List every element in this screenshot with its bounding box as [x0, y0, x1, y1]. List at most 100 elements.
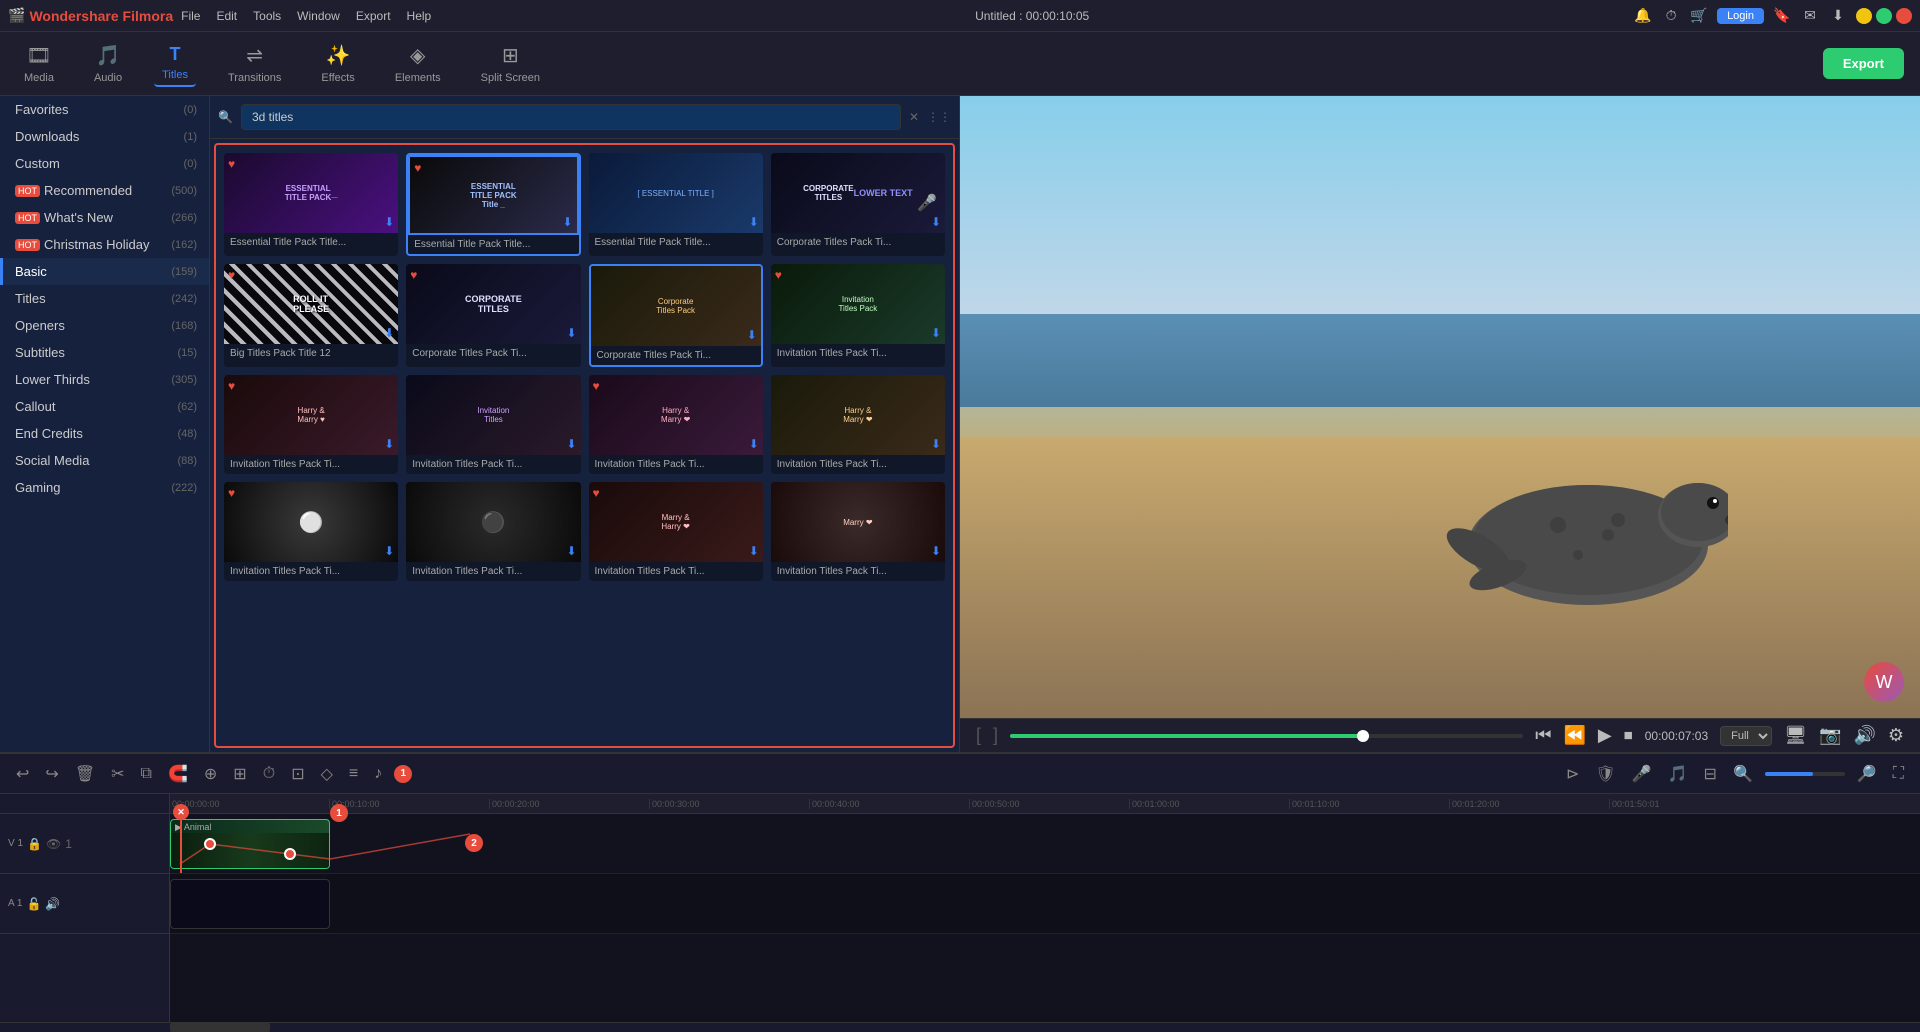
grid-item-9[interactable]: ♥ Harry &Marry ♥ ⬇ Invitation Titles Pac… — [224, 375, 398, 474]
menu-edit[interactable]: Edit — [216, 9, 237, 23]
close-button[interactable] — [1896, 8, 1912, 24]
maximize-button[interactable] — [1876, 8, 1892, 24]
detach-button[interactable]: ⊕ — [200, 760, 221, 788]
grid-item-1[interactable]: ♥ ESSENTIALTITLE PACK_ ⬇ Essential Title… — [224, 153, 398, 256]
grid-item-2[interactable]: ♥ ESSENTIALTITLE PACKTitle _ ⬇ Essential… — [406, 153, 580, 256]
toolbar-titles[interactable]: T Titles — [154, 40, 196, 87]
sidebar-item-titles[interactable]: Titles (242) — [0, 285, 209, 312]
right-bracket-button[interactable]: ] — [993, 725, 998, 746]
export-button[interactable]: Export — [1823, 48, 1904, 79]
screen-icon[interactable]: 🖥 — [1784, 725, 1807, 746]
progress-bar[interactable] — [1010, 734, 1523, 738]
grid-item-13[interactable]: ♥ ⚪ ⬇ Invitation Titles Pack Ti... — [224, 482, 398, 581]
adjust-button[interactable]: ≡ — [345, 761, 362, 787]
menu-file[interactable]: File — [181, 9, 200, 23]
lock-icon-v1[interactable]: 🔒 — [27, 837, 42, 851]
sidebar-item-callout[interactable]: Callout (62) — [0, 393, 209, 420]
screenshot-icon[interactable]: 📷 — [1819, 725, 1841, 746]
fullscreen-button[interactable]: ⛶ — [1889, 761, 1908, 787]
sidebar-item-openers[interactable]: Openers (168) — [0, 312, 209, 339]
rewind-button[interactable]: ⏮ — [1535, 725, 1551, 746]
sidebar-item-custom[interactable]: Custom (0) — [0, 150, 209, 177]
login-button[interactable]: Login — [1717, 8, 1764, 24]
grid-item-5[interactable]: ♥ ROLL ITPLEASE ⬇ Big Titles Pack Title … — [224, 264, 398, 367]
snap-button[interactable]: 🧲 — [164, 760, 192, 788]
trim-button[interactable]: ⊞ — [229, 760, 250, 788]
zoom-out-button[interactable]: 🔍 — [1729, 760, 1757, 788]
grid-item-4[interactable]: CORPORATETITLESLOWER TEXT 🎤 ⬇ Corporate … — [771, 153, 945, 256]
video-clip[interactable]: ▶ Animal — [170, 819, 330, 869]
sidebar-item-christmas[interactable]: HOT Christmas Holiday (162) — [0, 231, 209, 258]
shape-button[interactable]: ◇ — [317, 760, 337, 788]
stop-button[interactable]: ⏹ — [1624, 725, 1633, 746]
sidebar-item-favorites[interactable]: Favorites (0) — [0, 96, 209, 123]
sidebar-item-end-credits[interactable]: End Credits (48) — [0, 420, 209, 447]
playhead-button[interactable]: ⊳ — [1562, 760, 1583, 788]
sidebar-item-lower-thirds[interactable]: Lower Thirds (305) — [0, 366, 209, 393]
notification-icon[interactable]: 🔔 — [1633, 7, 1653, 24]
sidebar-item-gaming[interactable]: Gaming (222) — [0, 474, 209, 501]
menu-export[interactable]: Export — [356, 9, 391, 23]
sidebar-item-subtitles[interactable]: Subtitles (15) — [0, 339, 209, 366]
grid-item-12[interactable]: Harry &Marry ❤ ⬇ Invitation Titles Pack … — [771, 375, 945, 474]
audio-icon-a1[interactable]: 🔊 — [45, 897, 60, 911]
grid-item-6[interactable]: ♥ CORPORATETITLES ⬇ Corporate Titles Pac… — [406, 264, 580, 367]
toolbar-audio[interactable]: 🎵 Audio — [86, 39, 130, 88]
redo-button[interactable]: ↪ — [41, 760, 62, 788]
grid-item-15[interactable]: ♥ Marry &Harry ❤ ⬇ Invitation Titles Pac… — [589, 482, 763, 581]
menu-tools[interactable]: Tools — [253, 9, 281, 23]
menu-help[interactable]: Help — [407, 9, 432, 23]
cart-icon[interactable]: 🛒 — [1689, 7, 1709, 24]
progress-thumb[interactable] — [1357, 730, 1369, 742]
step-back-button[interactable]: ⏪ — [1563, 725, 1585, 746]
download-icon[interactable]: ⬇ — [1828, 7, 1848, 24]
timer-button[interactable]: ⏱ — [259, 761, 279, 787]
grid-item-3[interactable]: [ ESSENTIAL TITLE ] ⬇ Essential Title Pa… — [589, 153, 763, 256]
sidebar-item-whats-new[interactable]: HOT What's New (266) — [0, 204, 209, 231]
volume-icon[interactable]: 🔊 — [1853, 725, 1875, 746]
copy-button[interactable]: ⧉ — [137, 761, 156, 787]
audio-track-button[interactable]: ♪ — [370, 761, 386, 787]
sidebar-item-recommended[interactable]: HOT Recommended (500) — [0, 177, 209, 204]
bookmark-icon[interactable]: 🔖 — [1772, 7, 1792, 24]
grid-item-16[interactable]: Marry ❤ ⬇ Invitation Titles Pack Ti... — [771, 482, 945, 581]
marker-1[interactable]: 1 — [394, 765, 412, 783]
lock-icon-a1[interactable]: 🔓 — [26, 897, 41, 911]
toolbar-elements[interactable]: ◈ Elements — [387, 39, 449, 88]
zoom-slider[interactable] — [1765, 772, 1845, 776]
sidebar-item-downloads[interactable]: Downloads (1) — [0, 123, 209, 150]
left-bracket-button[interactable]: [ — [976, 725, 981, 746]
message-icon[interactable]: ✉ — [1800, 7, 1820, 24]
toolbar-effects[interactable]: ✨ Effects — [313, 39, 362, 88]
cut-button[interactable]: ✂ — [107, 760, 128, 788]
toolbar-transitions[interactable]: ⇌ Transitions — [220, 39, 289, 88]
grid-item-11[interactable]: ♥ Harry &Marry ❤ ⬇ Invitation Titles Pac… — [589, 375, 763, 474]
split-button[interactable]: ⊟ — [1700, 760, 1721, 788]
search-clear-button[interactable]: ✕ — [909, 110, 919, 124]
timeline-scrollbar[interactable] — [0, 1022, 1920, 1032]
grid-item-10[interactable]: InvitationTitles ⬇ Invitation Titles Pac… — [406, 375, 580, 474]
search-input[interactable] — [241, 104, 901, 130]
eye-icon-v1[interactable]: 👁 — [46, 837, 61, 851]
toolbar-media[interactable]: 🎞 Media — [16, 39, 62, 88]
history-icon[interactable]: ⏱ — [1661, 7, 1681, 24]
play-button[interactable]: ▶ — [1598, 725, 1612, 746]
zoom-in-button[interactable]: 🔎 — [1853, 760, 1881, 788]
undo-button[interactable]: ↩ — [12, 760, 33, 788]
shield-button[interactable]: 🛡 — [1591, 760, 1619, 788]
grid-item-14[interactable]: ⚫ ⬇ Invitation Titles Pack Ti... — [406, 482, 580, 581]
grid-item-7[interactable]: CorporateTitles Pack ⬇ Corporate Titles … — [589, 264, 763, 367]
quality-select[interactable]: Full — [1720, 726, 1772, 746]
sidebar-item-social-media[interactable]: Social Media (88) — [0, 447, 209, 474]
mic-button[interactable]: 🎤 — [1628, 760, 1656, 788]
music-button[interactable]: 🎵 — [1664, 760, 1692, 788]
grid-toggle-button[interactable]: ⋮⋮ — [927, 110, 951, 124]
crop-button[interactable]: ⊡ — [287, 760, 308, 788]
sidebar-item-basic[interactable]: Basic (159) — [0, 258, 209, 285]
scrollbar-thumb[interactable] — [170, 1023, 270, 1032]
toolbar-splitscreen[interactable]: ⊞ Split Screen — [473, 39, 548, 88]
settings-icon[interactable]: ⚙ — [1888, 725, 1904, 746]
menu-window[interactable]: Window — [297, 9, 340, 23]
grid-item-8[interactable]: ♥ InvitationTitles Pack ⬇ Invitation Tit… — [771, 264, 945, 367]
delete-button[interactable]: 🗑 — [71, 760, 99, 788]
